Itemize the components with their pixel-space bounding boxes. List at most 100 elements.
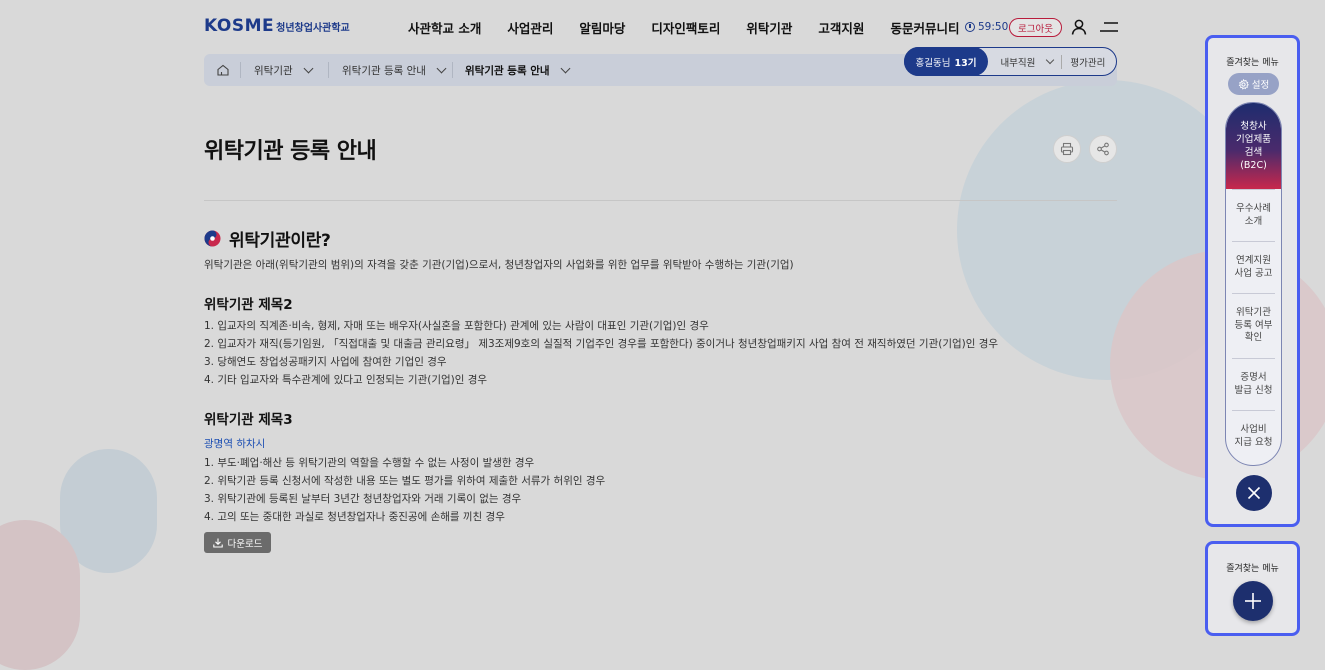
- site-header: KOSME 청년창업사관학교 사관학교 소개 사업관리 알림마당 디자인팩토리 …: [0, 0, 1325, 50]
- chevron-down-icon: [560, 63, 571, 73]
- favorite-label-line: 청창사: [1240, 121, 1267, 132]
- settings-label: 설정: [1251, 80, 1270, 91]
- background-blob: [0, 520, 80, 670]
- kosme-emblem-icon: [204, 230, 221, 247]
- breadcrumb-label: 위탁기관 등록 안내: [342, 64, 426, 77]
- close-icon: [1247, 486, 1261, 500]
- list-item: 4. 고의 또는 중대한 과실로 청년창업자나 중진공에 손해를 끼친 경우: [204, 511, 505, 523]
- favorite-label-line: 검색: [1244, 147, 1263, 158]
- session-timer: 59:50: [965, 21, 1008, 33]
- favorite-label-line: 소개: [1244, 215, 1263, 227]
- breadcrumb-item-registration[interactable]: 위탁기관 등록 안내: [342, 54, 447, 86]
- favorite-label-line: 위탁기관: [1236, 307, 1271, 319]
- main-nav: 사관학교 소개 사업관리 알림마당 디자인팩토리 위탁기관 고객지원 동문커뮤니…: [395, 18, 972, 37]
- list-item: 3. 당해연도 창업성공패키지 사업에 참여한 기업인 경우: [204, 356, 447, 368]
- favorite-label-line: 우수사례: [1236, 203, 1271, 214]
- favorites-panel-collapsed: 즐겨찾는 메뉴: [1205, 541, 1300, 636]
- favorite-label-line: 등록 여부: [1234, 319, 1273, 331]
- breadcrumb-item-agency[interactable]: 위탁기관: [254, 54, 314, 86]
- gear-icon: [1238, 78, 1249, 90]
- chevron-down-icon: [303, 63, 314, 73]
- nav-item-design-factory[interactable]: 디자인팩토리: [638, 18, 733, 37]
- favorites-title: 즐겨찾는 메뉴: [1226, 564, 1279, 574]
- chevron-down-icon: [436, 63, 447, 73]
- cancellation-list: 1. 부도·폐업·해산 등 위탁기관의 역할을 수행할 수 없는 사정이 발생한…: [204, 454, 605, 526]
- breadcrumb-separator: [328, 62, 329, 78]
- share-button[interactable]: [1089, 135, 1117, 163]
- print-icon: [1060, 142, 1074, 156]
- role-select-value: 내부직원: [1000, 57, 1036, 69]
- breadcrumb-separator: [452, 62, 453, 78]
- favorites-settings-button[interactable]: 설정: [1228, 73, 1279, 95]
- favorite-label-line: 사업비: [1240, 424, 1267, 435]
- favorites-add-button[interactable]: [1233, 581, 1273, 621]
- title-divider: [204, 200, 1117, 201]
- user-name-badge: 홍길동님 13기: [903, 47, 989, 76]
- nav-item-notice[interactable]: 알림마당: [566, 18, 638, 37]
- download-icon: [212, 538, 223, 548]
- favorites-close-button[interactable]: [1236, 475, 1272, 511]
- favorite-item-best-practice[interactable]: 우수사례 소개: [1232, 189, 1275, 241]
- favorite-item-certificate[interactable]: 증명서 발급 신청: [1232, 358, 1275, 410]
- favorite-item-linked-support[interactable]: 연계지원 사업 공고: [1232, 241, 1275, 293]
- role-select[interactable]: 내부직원: [1000, 55, 1055, 69]
- favorite-label-line: 연계지원: [1236, 255, 1271, 266]
- section-title: 위탁기관이란?: [229, 231, 331, 251]
- list-item: 2. 입교자가 재직(등기임원, 「직접대출 및 대출금 관리요령」 제3조제9…: [204, 338, 999, 350]
- download-label: 다운로드: [227, 538, 263, 550]
- user-name: 홍길동님: [915, 57, 951, 69]
- share-icon: [1097, 142, 1109, 156]
- nav-item-about[interactable]: 사관학교 소개: [395, 18, 494, 37]
- user-cohort: 13기: [954, 57, 977, 69]
- list-item: 3. 위탁기관에 등록된 날부터 3년간 청년창업자와 거래 기록이 없는 경우: [204, 493, 522, 505]
- favorites-list: 청창사 기업제품 검색 (B2C) 우수사례 소개 연계지원 사업 공고 위탁기관 등…: [1225, 102, 1282, 466]
- breadcrumb-label: 위탁기관 등록 안내: [465, 64, 550, 77]
- subsection-title: 위탁기관 제목3: [204, 412, 293, 428]
- chevron-down-icon: [1046, 55, 1055, 65]
- clock-icon: [965, 22, 975, 32]
- section-header: 위탁기관이란?: [204, 226, 331, 251]
- subsection-title: 위탁기관 제목2: [204, 297, 293, 313]
- page-title: 위탁기관 등록 안내: [204, 139, 377, 164]
- hamburger-menu-icon[interactable]: [1100, 20, 1118, 34]
- favorite-label-line: 사업 공고: [1234, 267, 1273, 279]
- list-item: 1. 입교자의 직계존·비속, 형제, 자매 또는 배우자(사실혼을 포함한다)…: [204, 320, 709, 332]
- location-link[interactable]: 광명역 하차시: [204, 436, 265, 451]
- site-logo[interactable]: KOSME 청년창업사관학교: [204, 16, 350, 36]
- favorites-panel: 즐겨찾는 메뉴 설정 청창사 기업제품 검색 (B2C) 우수사례 소개 연계지원…: [1205, 35, 1300, 527]
- favorites-title: 즐겨찾는 메뉴: [1226, 58, 1279, 68]
- criteria-list: 1. 입교자의 직계존·비속, 형제, 자매 또는 배우자(사실혼을 포함한다)…: [204, 317, 998, 389]
- favorite-label-line: (B2C): [1240, 160, 1267, 171]
- favorite-label-line: 지급 요청: [1234, 436, 1273, 448]
- breadcrumb-separator: [240, 62, 241, 78]
- logo-main-text: KOSME: [204, 16, 275, 36]
- favorite-item-agency-check[interactable]: 위탁기관 등록 여부 확인: [1232, 293, 1275, 358]
- nav-item-business[interactable]: 사업관리: [494, 18, 566, 37]
- favorite-label-line: 발급 신청: [1234, 384, 1273, 396]
- home-icon[interactable]: [216, 63, 230, 77]
- nav-item-support[interactable]: 고객지원: [805, 18, 877, 37]
- plus-icon: [1245, 593, 1261, 609]
- logo-sub-text: 청년창업사관학교: [276, 23, 350, 34]
- favorite-label-line: 기업제품: [1236, 134, 1271, 145]
- breadcrumb-label: 위탁기관: [254, 64, 293, 77]
- favorite-label-line: 확인: [1244, 332, 1263, 344]
- nav-item-agency[interactable]: 위탁기관: [733, 18, 805, 37]
- list-item: 2. 위탁기관 등록 신청서에 작성한 내용 또는 별도 평가를 위하여 제출한…: [204, 475, 606, 487]
- user-icon[interactable]: [1071, 19, 1087, 35]
- print-button[interactable]: [1053, 135, 1081, 163]
- list-item: 1. 부도·폐업·해산 등 위탁기관의 역할을 수행할 수 없는 사정이 발생한…: [204, 457, 535, 469]
- nav-item-alumni[interactable]: 동문커뮤니티: [877, 18, 972, 37]
- download-button[interactable]: 다운로드: [204, 532, 271, 553]
- list-item: 4. 기타 입교자와 특수관계에 있다고 인정되는 기관(기업)인 경우: [204, 374, 488, 386]
- favorite-label-line: 증명서: [1240, 372, 1267, 383]
- breadcrumb-item-current[interactable]: 위탁기관 등록 안내: [465, 54, 571, 86]
- session-timer-value: 59:50: [978, 21, 1009, 33]
- favorite-item-payment-request[interactable]: 사업비 지급 요청: [1232, 410, 1275, 462]
- intro-text: 위탁기관은 아래(위탁기관의 범위)의 자격을 갖춘 기관(기업)으로서, 청년…: [204, 259, 794, 271]
- favorite-item-b2c-search[interactable]: 청창사 기업제품 검색 (B2C): [1226, 103, 1281, 189]
- user-role-bar: 홍길동님 13기 내부직원 평가관리: [903, 47, 1117, 76]
- eval-management-link[interactable]: 평가관리: [1070, 55, 1105, 69]
- logout-button[interactable]: 로그아웃: [1009, 18, 1062, 37]
- divider: [1061, 54, 1063, 69]
